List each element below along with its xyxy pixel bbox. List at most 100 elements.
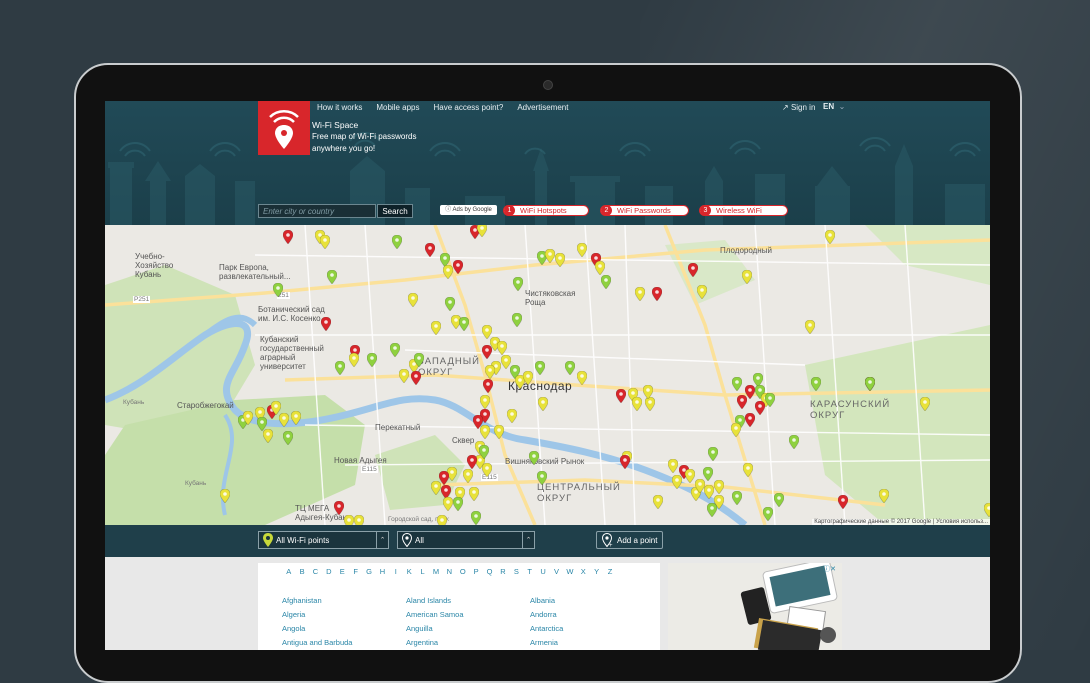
wifi-point-marker[interactable] xyxy=(620,455,630,469)
wifi-point-marker[interactable] xyxy=(220,489,230,503)
wifi-point-marker[interactable] xyxy=(463,469,473,483)
wifi-point-marker[interactable] xyxy=(279,413,289,427)
points-filter-dropdown[interactable]: All Wi-Fi points ⌃ xyxy=(258,531,389,549)
wifi-point-marker[interactable] xyxy=(811,377,821,391)
alphabet-letter[interactable]: C xyxy=(309,567,322,576)
wifi-point-marker[interactable] xyxy=(635,287,645,301)
wifi-point-marker[interactable] xyxy=(334,501,344,515)
advertisement-image[interactable]: ⓘ✕ xyxy=(668,563,842,650)
wifi-point-marker[interactable] xyxy=(732,491,742,505)
wifi-point-marker[interactable] xyxy=(469,487,479,501)
wifi-point-marker[interactable] xyxy=(327,270,337,284)
wifi-point-marker[interactable] xyxy=(392,235,402,249)
wifi-point-marker[interactable] xyxy=(354,515,364,525)
wifi-point-marker[interactable] xyxy=(512,313,522,327)
wifi-point-marker[interactable] xyxy=(879,489,889,503)
wifi-point-marker[interactable] xyxy=(652,287,662,301)
wifi-point-marker[interactable] xyxy=(695,479,705,493)
alphabet-letter[interactable]: N xyxy=(443,567,456,576)
ad-link-wifi-hotspots[interactable]: 1 WiFi Hotspots xyxy=(503,205,589,216)
alphabet-letter[interactable]: T xyxy=(523,567,536,576)
wifi-point-marker[interactable] xyxy=(668,459,678,473)
wifi-point-marker[interactable] xyxy=(577,371,587,385)
wifi-point-marker[interactable] xyxy=(497,341,507,355)
wifi-point-marker[interactable] xyxy=(537,471,547,485)
wifi-point-marker[interactable] xyxy=(431,321,441,335)
wifi-point-marker[interactable] xyxy=(545,249,555,263)
alphabet-letter[interactable]: O xyxy=(456,567,469,576)
wifi-point-marker[interactable] xyxy=(529,451,539,465)
wifi-point-marker[interactable] xyxy=(321,317,331,331)
wifi-point-marker[interactable] xyxy=(443,265,453,279)
wifi-point-marker[interactable] xyxy=(805,320,815,334)
alphabet-letter[interactable]: I xyxy=(389,567,402,576)
nav-mobile-apps[interactable]: Mobile apps xyxy=(376,103,419,112)
wifi-point-marker[interactable] xyxy=(349,353,359,367)
wifi-point-marker[interactable] xyxy=(443,497,453,511)
alphabet-letter[interactable]: L xyxy=(416,567,429,576)
wifi-point-marker[interactable] xyxy=(672,475,682,489)
wifi-point-marker[interactable] xyxy=(643,385,653,399)
wifi-point-marker[interactable] xyxy=(538,397,548,411)
wifi-point-marker[interactable] xyxy=(414,353,424,367)
country-link[interactable]: Andorra xyxy=(530,608,563,622)
alphabet-letter[interactable]: G xyxy=(362,567,375,576)
alphabet-letter[interactable]: M xyxy=(429,567,442,576)
wifi-point-marker[interactable] xyxy=(283,431,293,445)
country-link[interactable]: Albania xyxy=(530,594,563,608)
country-link[interactable]: Aland Islands xyxy=(406,594,464,608)
wifi-point-marker[interactable] xyxy=(367,353,377,367)
wifi-point-marker[interactable] xyxy=(471,511,481,525)
wifi-point-marker[interactable] xyxy=(755,401,765,415)
wifi-point-marker[interactable] xyxy=(577,243,587,257)
wifi-point-marker[interactable] xyxy=(273,283,283,297)
alphabet-letter[interactable]: W xyxy=(563,567,576,576)
wifi-point-marker[interactable] xyxy=(737,395,747,409)
wifi-point-marker[interactable] xyxy=(704,485,714,499)
wifi-point-marker[interactable] xyxy=(838,495,848,509)
wifi-point-marker[interactable] xyxy=(513,277,523,291)
wifi-point-marker[interactable] xyxy=(390,343,400,357)
wifi-point-marker[interactable] xyxy=(453,497,463,511)
wifi-point-marker[interactable] xyxy=(399,369,409,383)
wifi-point-marker[interactable] xyxy=(707,503,717,517)
alphabet-letter[interactable]: B xyxy=(295,567,308,576)
wifi-point-marker[interactable] xyxy=(865,377,875,391)
alphabet-letter[interactable]: S xyxy=(510,567,523,576)
alphabet-letter[interactable]: H xyxy=(376,567,389,576)
wifi-point-marker[interactable] xyxy=(685,469,695,483)
wifi-point-marker[interactable] xyxy=(774,493,784,507)
wifi-point-marker[interactable] xyxy=(616,389,626,403)
alphabet-letter[interactable]: F xyxy=(349,567,362,576)
wifi-point-marker[interactable] xyxy=(243,411,253,425)
wifi-point-marker[interactable] xyxy=(789,435,799,449)
language-selector[interactable]: EN ⌄ xyxy=(823,102,845,111)
search-input[interactable]: Enter city or country xyxy=(258,204,376,218)
alphabet-letter[interactable]: X xyxy=(577,567,590,576)
alphabet-letter[interactable]: Z xyxy=(603,567,616,576)
site-logo[interactable] xyxy=(258,101,310,155)
wifi-map[interactable]: Учебно- Хозяйство Кубань Парк Европа, развл… xyxy=(105,225,990,525)
wifi-point-marker[interactable] xyxy=(632,397,642,411)
wifi-point-marker[interactable] xyxy=(437,515,447,525)
alphabet-letter[interactable]: R xyxy=(496,567,509,576)
wifi-point-marker[interactable] xyxy=(445,297,455,311)
wifi-point-marker[interactable] xyxy=(335,361,345,375)
ad-info-icon[interactable]: ⓘ✕ xyxy=(823,564,836,574)
country-link[interactable]: Angola xyxy=(282,622,352,636)
wifi-point-marker[interactable] xyxy=(920,397,930,411)
ads-by-google-badge[interactable]: ⓘ Ads by Google xyxy=(440,205,497,215)
wifi-point-marker[interactable] xyxy=(765,393,775,407)
alphabet-letter[interactable]: Q xyxy=(483,567,496,576)
wifi-point-marker[interactable] xyxy=(825,230,835,244)
alphabet-letter[interactable]: Y xyxy=(590,567,603,576)
country-link[interactable]: Argentina xyxy=(406,636,464,650)
wifi-point-marker[interactable] xyxy=(601,275,611,289)
alphabet-letter[interactable]: A xyxy=(282,567,295,576)
wifi-point-marker[interactable] xyxy=(494,425,504,439)
wifi-point-marker[interactable] xyxy=(645,397,655,411)
wifi-point-marker[interactable] xyxy=(320,235,330,249)
wifi-point-marker[interactable] xyxy=(763,507,773,521)
ad-link-wireless-wifi[interactable]: 3 Wireless WiFi xyxy=(699,205,788,216)
wifi-point-marker[interactable] xyxy=(743,463,753,477)
